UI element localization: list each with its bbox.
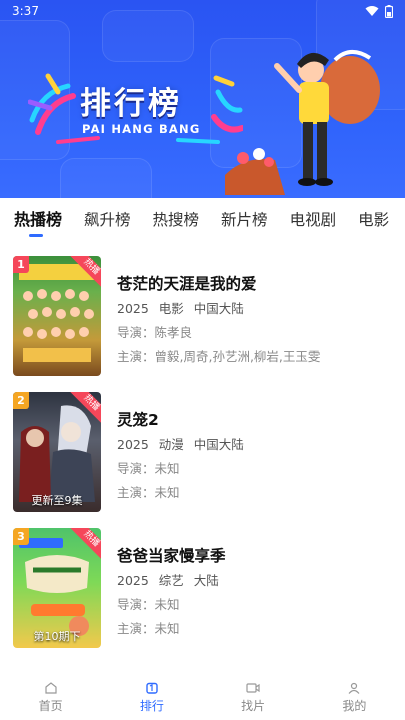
item-genre: 综艺: [158, 573, 184, 588]
episode-caption: 第10期下: [33, 630, 81, 643]
nav-mine-label: 我的: [342, 699, 367, 713]
tab-hot-play[interactable]: 热播榜: [14, 198, 62, 244]
item-year: 2025: [117, 301, 149, 316]
banner-subtitle: PAI HANG BANG: [82, 122, 201, 136]
status-time: 3:37: [12, 4, 39, 18]
nav-ranking[interactable]: 排行: [112, 682, 192, 714]
tab-tv[interactable]: 电视剧: [290, 198, 337, 244]
poster[interactable]: 2 热播 更新至9集: [13, 392, 101, 512]
wifi-icon: [365, 6, 379, 16]
tab-new[interactable]: 新片榜: [221, 198, 268, 244]
item-year: 2025: [117, 437, 149, 452]
tab-rising[interactable]: 飙升榜: [84, 198, 131, 244]
category-tabs: 热播榜 飙升榜 热搜榜 新片榜 电视剧 电影: [0, 198, 405, 244]
rank-badge: 2: [13, 392, 29, 409]
nav-mine[interactable]: 我的: [314, 682, 394, 714]
banner-illustration: [225, 50, 380, 195]
nav-home[interactable]: 首页: [11, 682, 91, 714]
item-title[interactable]: 爸爸当家慢享季: [117, 544, 397, 566]
video-icon: [246, 683, 260, 693]
item-cast: 主演：未知: [117, 621, 180, 636]
user-icon: [348, 682, 360, 694]
bottom-nav: 首页 排行 找片 我的: [0, 676, 405, 720]
item-region: 中国大陆: [193, 301, 244, 316]
banner: 3:37 排行榜 PAI HANG BANG: [0, 0, 405, 198]
list-item[interactable]: 1 热播 苍茫的天涯是我的爱 2025 电影 中国大陆 导演：陈孝良 主演：曾毅…: [0, 256, 405, 378]
item-genre: 电影: [158, 301, 184, 316]
status-bar: 3:37: [0, 0, 405, 22]
item-meta: 2025 电影 中国大陆: [117, 298, 397, 316]
nav-find[interactable]: 找片: [213, 682, 293, 714]
item-title[interactable]: 苍茫的天涯是我的爱: [117, 272, 397, 294]
nav-home-label: 首页: [38, 699, 63, 713]
item-region: 中国大陆: [193, 437, 244, 452]
item-cast: 主演：未知: [117, 485, 180, 500]
item-cast: 主演：曾毅,周奇,孙艺洲,柳岩,王玉雯: [117, 349, 321, 364]
tab-hot-search[interactable]: 热搜榜: [153, 198, 200, 244]
battery-icon: [385, 4, 393, 18]
item-genre: 动漫: [158, 437, 184, 452]
banner-title: 排行榜: [80, 86, 182, 122]
item-meta: 2025 综艺 大陆: [117, 570, 397, 588]
item-director: 导演：未知: [117, 597, 180, 612]
item-meta: 2025 动漫 中国大陆: [117, 434, 397, 452]
rank-badge: 3: [13, 528, 29, 545]
tab-movie[interactable]: 电影: [358, 198, 389, 244]
list-item[interactable]: 2 热播 更新至9集 灵笼2 2025 动漫 中国大陆 导演：未知 主演：未知: [0, 392, 405, 514]
item-title[interactable]: 灵笼2: [117, 408, 397, 430]
rank-badge: 1: [13, 256, 29, 273]
nav-ranking-label: 排行: [139, 699, 164, 713]
poster[interactable]: 3 热播 第10期下: [13, 528, 101, 648]
item-year: 2025: [117, 573, 149, 588]
home-icon: [45, 682, 57, 694]
list-item[interactable]: 3 热播 第10期下 爸爸当家慢享季 2025 综艺 大陆 导演：未知 主演：未…: [0, 528, 405, 650]
nav-find-label: 找片: [241, 699, 266, 713]
item-director: 导演：陈孝良: [117, 325, 193, 340]
episode-caption: 更新至9集: [31, 494, 83, 507]
item-director: 导演：未知: [117, 461, 180, 476]
item-region: 大陆: [193, 573, 219, 588]
ranking-icon: [146, 682, 158, 694]
poster[interactable]: 1 热播: [13, 256, 101, 376]
ranking-logo: 排行榜 PAI HANG BANG: [28, 62, 243, 146]
